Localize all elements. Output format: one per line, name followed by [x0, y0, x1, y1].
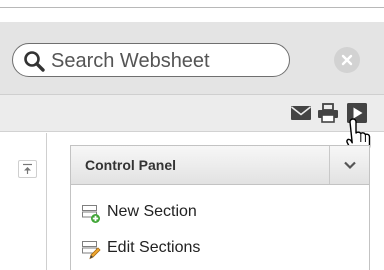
control-panel-toggle[interactable]	[330, 146, 369, 184]
new-section-icon	[82, 205, 100, 223]
control-panel-title: Control Panel	[85, 157, 177, 173]
header-bar	[0, 22, 384, 94]
edit-sections-link[interactable]: Edit Sections	[81, 236, 341, 262]
new-section-link[interactable]: New Section	[81, 200, 341, 226]
collapse-button[interactable]	[18, 160, 37, 178]
new-section-label: New Section	[107, 203, 197, 220]
print-icon[interactable]	[316, 101, 340, 125]
collapse-up-icon	[23, 163, 32, 174]
edit-sections-label: Edit Sections	[107, 239, 201, 256]
edit-sections-icon	[82, 241, 101, 260]
search-box[interactable]	[12, 43, 290, 77]
control-panel-header[interactable]: Control Panel	[71, 146, 369, 185]
close-icon	[341, 54, 353, 66]
search-icon[interactable]	[22, 49, 46, 73]
search-input[interactable]	[51, 48, 283, 74]
top-divider	[0, 7, 384, 8]
left-panel	[0, 133, 47, 270]
toolbar	[0, 94, 384, 132]
email-icon[interactable]	[289, 101, 313, 125]
clear-search-button[interactable]	[334, 47, 360, 73]
control-panel: Control Panel New Section Edit Sections	[70, 145, 370, 270]
chevron-down-icon	[344, 161, 356, 170]
